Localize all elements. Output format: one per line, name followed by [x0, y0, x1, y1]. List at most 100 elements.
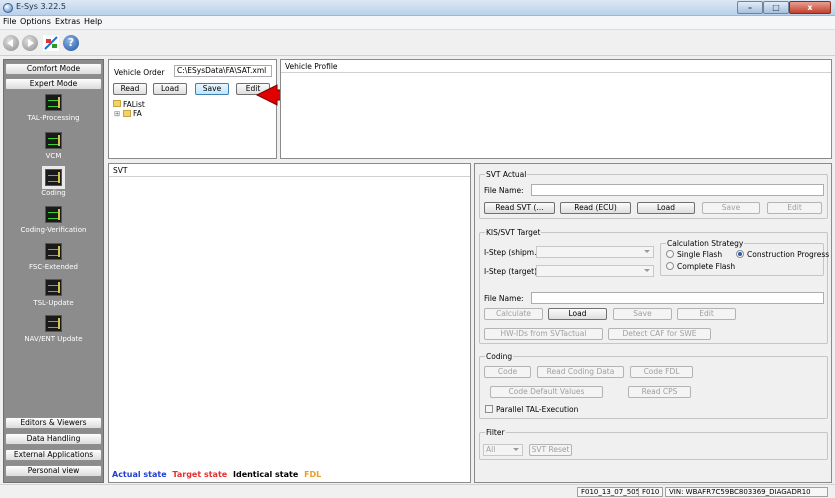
- coding-verification-icon: [45, 206, 62, 223]
- tool-vcm[interactable]: VCM: [4, 132, 103, 160]
- single-flash-radio[interactable]: [666, 250, 674, 258]
- title-bar: E-Sys 3.22.5 – □ x: [0, 0, 835, 16]
- tree-expand-icon[interactable]: ⊞: [114, 109, 120, 118]
- status-series: F010: [638, 487, 664, 497]
- vo-load-button[interactable]: Load: [153, 83, 187, 95]
- hw-ids-button[interactable]: HW-IDs from SVTactual: [484, 328, 603, 340]
- external-applications-button[interactable]: External Applications: [5, 449, 102, 461]
- svt-actual-save-button[interactable]: Save: [702, 202, 760, 214]
- app-icon: [3, 3, 13, 13]
- svt-actual-group: SVT Actual File Name: Read SVT (... Read…: [479, 170, 828, 219]
- menu-file[interactable]: File: [3, 17, 16, 26]
- vo-read-button[interactable]: Read: [113, 83, 147, 95]
- svt-actual-file-label: File Name:: [484, 186, 524, 195]
- tool-label: NAV/ENT Update: [24, 335, 83, 343]
- complete-flash-radio[interactable]: [666, 262, 674, 270]
- read-svt-button[interactable]: Read SVT (...: [484, 202, 555, 214]
- svt-actual-title: SVT Actual: [485, 170, 528, 179]
- back-icon[interactable]: [3, 35, 19, 51]
- code-default-values-button[interactable]: Code Default Values: [490, 386, 603, 398]
- tal-processing-icon: [45, 94, 62, 111]
- svt-actual-edit-button[interactable]: Edit: [767, 202, 822, 214]
- vcm-icon: [45, 132, 62, 149]
- calc-strategy-group: Calculation Strategy Single Flash Constr…: [660, 239, 829, 276]
- tool-coding-verification[interactable]: Coding-Verification: [4, 206, 103, 234]
- coding-icon: [42, 166, 65, 189]
- tree-fa[interactable]: FA: [133, 109, 142, 118]
- legend-identical: Identical state: [232, 470, 299, 479]
- svt-actual-file-input[interactable]: [531, 184, 824, 196]
- parallel-tal-checkbox[interactable]: [485, 405, 493, 413]
- tool-label: VCM: [45, 152, 62, 160]
- istep-target-label: I-Step (target):: [484, 267, 540, 276]
- vehicle-profile-panel: Vehicle Profile: [280, 59, 832, 159]
- detect-caf-button[interactable]: Detect CAF for SWE: [608, 328, 711, 340]
- tool-tsl-update[interactable]: TSL-Update: [4, 279, 103, 307]
- kis-edit-button[interactable]: Edit: [677, 308, 736, 320]
- code-fdl-button[interactable]: Code FDL: [630, 366, 693, 378]
- construction-progress-radio[interactable]: [736, 250, 744, 258]
- tool-nav-ent-update[interactable]: NAV/ENT Update: [4, 315, 103, 343]
- tool-label: FSC-Extended: [28, 263, 78, 271]
- vehicle-order-path-input[interactable]: C:\ESysData\FA\SAT.xml: [174, 65, 272, 77]
- calculate-button[interactable]: Calculate: [484, 308, 543, 320]
- istep-shipm-combo[interactable]: [536, 246, 654, 258]
- coding-title: Coding: [485, 352, 514, 361]
- filter-title: Filter: [485, 428, 506, 437]
- menu-options[interactable]: Options: [20, 17, 51, 26]
- status-vin: VIN: WBAFR7C59BC803369_DIAGADR10: [665, 487, 828, 497]
- read-ecu-button[interactable]: Read (ECU): [560, 202, 631, 214]
- nav-ent-update-icon: [45, 315, 62, 332]
- window-title: E-Sys 3.22.5: [16, 2, 66, 11]
- help-icon[interactable]: ?: [63, 35, 79, 51]
- folder-icon: [113, 100, 121, 107]
- kis-file-name-label: File Name:: [484, 294, 524, 303]
- divider: [281, 72, 831, 73]
- toolbar: ?: [0, 30, 835, 56]
- tree-falist[interactable]: FAList: [123, 100, 145, 109]
- personal-view-button[interactable]: Personal view: [5, 465, 102, 477]
- tool-coding[interactable]: Coding: [4, 166, 103, 197]
- svt-actual-load-button[interactable]: Load: [637, 202, 695, 214]
- comfort-mode-button[interactable]: Comfort Mode: [5, 63, 102, 75]
- tool-tal-processing[interactable]: TAL-Processing: [4, 94, 103, 122]
- tool-label: Coding-Verification: [20, 226, 87, 234]
- istep-target-combo[interactable]: [536, 265, 654, 277]
- complete-flash-label: Complete Flash: [677, 262, 736, 271]
- svt-panel: SVT Actual state Target state Identical …: [108, 163, 471, 483]
- read-coding-data-button[interactable]: Read Coding Data: [537, 366, 624, 378]
- filter-combo[interactable]: All: [483, 444, 523, 456]
- folder-icon: [123, 110, 131, 117]
- istep-shipm-label: I-Step (shipm.):: [484, 248, 542, 257]
- menu-help[interactable]: Help: [84, 17, 102, 26]
- vehicle-order-label: Vehicle Order: [114, 68, 165, 77]
- tsl-update-icon: [45, 279, 62, 296]
- vo-save-button[interactable]: Save: [195, 83, 229, 95]
- expert-mode-button[interactable]: Expert Mode: [5, 78, 102, 90]
- right-pane: SVT Actual File Name: Read SVT (... Read…: [474, 163, 832, 483]
- kis-file-name-input[interactable]: [531, 292, 824, 304]
- code-button[interactable]: Code: [484, 366, 531, 378]
- menu-extras[interactable]: Extras: [55, 17, 80, 26]
- svt-legend: Actual state Target state Identical stat…: [112, 470, 321, 479]
- forward-icon[interactable]: [22, 35, 38, 51]
- svt-reset-button[interactable]: SVT Reset: [529, 444, 572, 456]
- status-i-step: F010_13_07_505: [577, 487, 645, 497]
- status-bar: F010_13_07_505 F010 VIN: WBAFR7C59BC8033…: [0, 484, 835, 498]
- tool-label: TAL-Processing: [27, 114, 80, 122]
- kis-save-button[interactable]: Save: [613, 308, 672, 320]
- minimize-button[interactable]: –: [737, 1, 763, 14]
- legend-target: Target state: [172, 470, 228, 479]
- data-handling-button[interactable]: Data Handling: [5, 433, 102, 445]
- maximize-button[interactable]: □: [763, 1, 789, 14]
- tool-label: TSL-Update: [33, 299, 74, 307]
- legend-fdl: FDL: [304, 470, 322, 479]
- close-button[interactable]: x: [789, 1, 831, 14]
- connect-icon[interactable]: [43, 35, 59, 51]
- read-cps-button[interactable]: Read CPS: [628, 386, 691, 398]
- kis-load-button[interactable]: Load: [548, 308, 607, 320]
- coding-group: Coding Code Read Coding Data Code FDL Co…: [479, 352, 828, 419]
- tool-fsc-extended[interactable]: FSC-Extended: [4, 243, 103, 271]
- kis-svt-target-group: KIS/SVT Target I-Step (shipm.): I-Step (…: [479, 228, 829, 344]
- editors-viewers-button[interactable]: Editors & Viewers: [5, 417, 102, 429]
